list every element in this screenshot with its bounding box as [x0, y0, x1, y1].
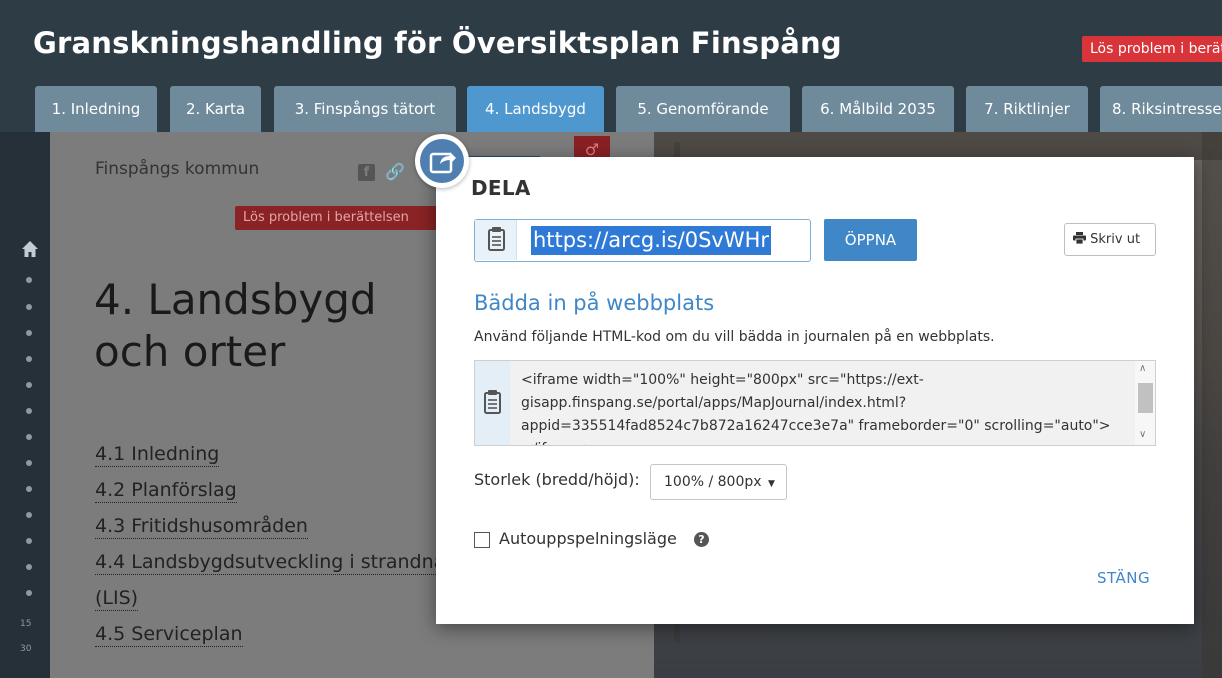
nav-dot[interactable]	[26, 408, 32, 414]
nav-dot[interactable]	[26, 330, 32, 336]
tree-canopy	[654, 132, 1222, 160]
toc-link-fritidshusomraden[interactable]: 4.3 Fritidshusområden	[95, 514, 308, 539]
tab-riktlinjer[interactable]: 7. Riktlinjer	[966, 86, 1088, 132]
clipboard-icon[interactable]	[475, 220, 517, 260]
print-button[interactable]: Skriv ut	[1064, 223, 1156, 256]
nav-dot[interactable]	[26, 277, 32, 283]
nav-dot[interactable]	[26, 356, 32, 362]
nav-dot[interactable]	[26, 538, 32, 544]
nav-dot[interactable]	[26, 590, 32, 596]
embed-code-field[interactable]: <iframe width="100%" height="800px" src=…	[474, 360, 1156, 446]
section-heading: 4. Landsbygd och orter	[94, 275, 377, 376]
code-scrollbar[interactable]: ∧ ∨	[1135, 361, 1155, 445]
nav-dot[interactable]	[26, 486, 32, 492]
share-icon	[420, 139, 464, 183]
app-header: Granskningshandling för Översiktsplan Fi…	[0, 0, 1222, 86]
tab-finspangs-tatort[interactable]: 3. Finspångs tätort	[274, 86, 456, 132]
caret-down-icon: ▼	[768, 479, 775, 489]
side-report-problem-button[interactable]: Lös problem i berättelsen	[235, 206, 445, 230]
tab-karta[interactable]: 2. Karta	[170, 86, 261, 132]
embed-heading: Bädda in på webbplats	[474, 291, 715, 315]
tab-bar: 1. Inledning 2. Karta 3. Finspångs tätor…	[0, 86, 1222, 132]
short-url-field[interactable]: https://arcg.is/0SvWHr	[474, 219, 811, 262]
toc-link-inledning[interactable]: 4.1 Inledning	[95, 442, 220, 467]
embed-code-text[interactable]: <iframe width="100%" height="800px" src=…	[521, 369, 1121, 445]
size-value: 100% / 800px	[664, 474, 762, 490]
link-icon[interactable]: 🔗	[385, 162, 405, 181]
scroll-up-icon[interactable]: ∧	[1139, 363, 1146, 374]
dialog-title: DELA	[471, 176, 531, 200]
autoplay-checkbox[interactable]	[474, 532, 490, 548]
org-name: Finspångs kommun	[95, 159, 260, 179]
facebook-icon[interactable]: f	[358, 164, 375, 181]
toc-link-serviceplan[interactable]: 4.5 Serviceplan	[95, 622, 243, 647]
tab-genomforande[interactable]: 5. Genomförande	[616, 86, 790, 132]
toc-link-lis[interactable]: (LIS)	[95, 586, 139, 611]
share-badge	[415, 134, 469, 188]
nav-number: 15	[20, 619, 32, 629]
section-dot-nav: 15 30	[0, 132, 50, 678]
nav-dot[interactable]	[26, 564, 32, 570]
autoplay-label: Autouppspelningsläge	[499, 529, 677, 548]
nav-dot[interactable]	[26, 512, 32, 518]
close-button[interactable]: STÄNG	[1097, 569, 1150, 587]
tab-riksintressen[interactable]: 8. Riksintressen	[1100, 86, 1222, 132]
home-icon[interactable]	[21, 240, 39, 258]
nav-dot[interactable]	[26, 434, 32, 440]
nav-dot[interactable]	[26, 382, 32, 388]
tab-inledning[interactable]: 1. Inledning	[35, 86, 157, 132]
nav-dot[interactable]	[26, 304, 32, 310]
scroll-down-icon[interactable]: ∨	[1139, 429, 1146, 440]
scroll-thumb[interactable]	[1138, 383, 1153, 413]
tab-landsbygd[interactable]: 4. Landsbygd	[467, 86, 604, 132]
open-button[interactable]: ÖPPNA	[824, 219, 917, 261]
size-dropdown[interactable]: 100% / 800px ▼	[650, 464, 787, 500]
app-title: Granskningshandling för Översiktsplan Fi…	[33, 26, 842, 60]
print-icon	[1073, 232, 1086, 245]
report-problem-button[interactable]: Lös problem i berättelsen	[1082, 36, 1222, 62]
clipboard-icon[interactable]	[475, 361, 510, 445]
nav-dot[interactable]	[26, 460, 32, 466]
tab-malbild-2035[interactable]: 6. Målbild 2035	[802, 86, 954, 132]
toc-link-planforslag[interactable]: 4.2 Planförslag	[95, 478, 237, 503]
help-icon[interactable]: ?	[694, 532, 709, 547]
nav-number: 30	[20, 644, 32, 654]
size-label: Storlek (bredd/höjd):	[474, 470, 640, 489]
short-url-text[interactable]: https://arcg.is/0SvWHr	[531, 226, 772, 255]
share-dialog: DELA https://arcg.is/0SvWHr ÖPPNA Skriv …	[436, 157, 1194, 624]
tree-trunk	[1202, 132, 1222, 678]
embed-description: Använd följande HTML-kod om du vill bädd…	[474, 329, 995, 345]
print-label: Skriv ut	[1090, 232, 1141, 247]
